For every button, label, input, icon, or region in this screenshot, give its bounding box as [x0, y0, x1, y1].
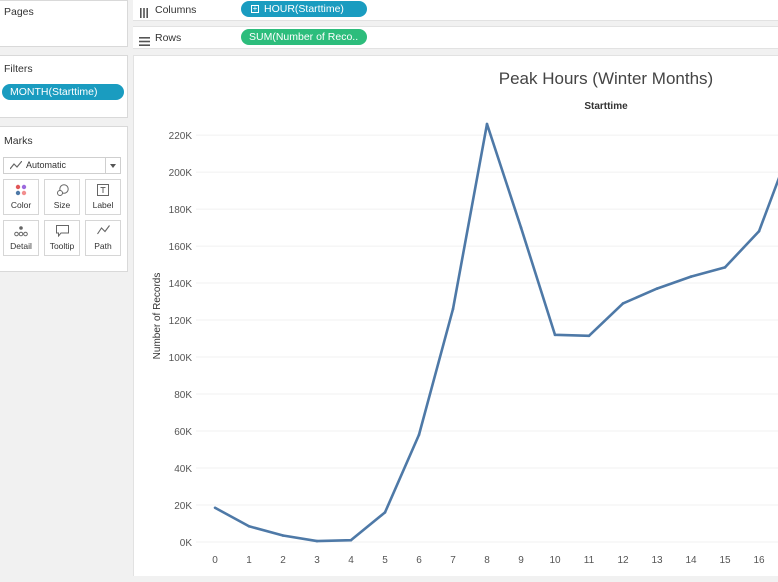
columns-pill-label: HOUR(Starttime) [264, 3, 344, 15]
series-layer [213, 122, 778, 543]
y-tick-label: 100K [169, 353, 193, 364]
left-panel: Pages Filters MONTH(Starttime) Marks Aut… [0, 0, 130, 576]
y-tick-label: 20K [174, 501, 192, 512]
marks-tooltip-label: Tooltip [49, 241, 75, 251]
x-tick-label: 13 [651, 555, 663, 566]
path-icon [86, 225, 120, 239]
mark-type-label: Automatic [26, 160, 67, 170]
x-axis-title: Starttime [584, 101, 628, 112]
marks-color-label: Color [10, 200, 32, 210]
marks-size-button[interactable]: Size [44, 179, 80, 215]
y-tick-label: 160K [169, 242, 193, 253]
series-line[interactable] [214, 122, 778, 543]
data-point[interactable] [383, 511, 387, 514]
x-tick-label: 11 [584, 555, 595, 566]
x-tick-label: 3 [314, 555, 320, 566]
line-chart: Peak Hours (Winter Months) Starttime Num… [152, 69, 778, 566]
x-tick-label: 0 [212, 555, 218, 566]
marks-path-button[interactable]: Path [85, 220, 121, 256]
chevron-down-icon[interactable] [105, 158, 120, 173]
filter-pill-month[interactable]: MONTH(Starttime) [2, 84, 124, 100]
y-tick-label: 180K [169, 205, 193, 216]
detail-dots-icon [4, 225, 38, 239]
x-tick-label: 4 [348, 555, 354, 566]
marks-tooltip-button[interactable]: Tooltip [44, 220, 80, 256]
x-tick-label: 12 [617, 555, 629, 566]
y-tick-label: 60K [174, 427, 192, 438]
y-tick-label: 140K [169, 279, 193, 290]
data-point[interactable] [451, 307, 455, 311]
data-point[interactable] [315, 539, 319, 543]
marks-size-label: Size [53, 200, 71, 210]
rows-shelf: Rows SUM(Number of Reco.. [133, 26, 778, 49]
filters-title: Filters [4, 63, 33, 75]
x-tick-label: 14 [685, 555, 697, 566]
data-point[interactable] [485, 122, 489, 126]
x-tick-label: 16 [753, 555, 765, 566]
date-expand-icon[interactable]: + [251, 5, 259, 14]
pages-title: Pages [4, 6, 34, 18]
x-tick-label: 9 [518, 555, 524, 566]
label-text-icon [86, 184, 120, 198]
y-tick-label: 0K [180, 538, 193, 549]
y-axis-ticks: 0K 20K 40K 60K 80K 100K 120K 140K 160K 180K 200K 22… [169, 131, 193, 549]
columns-shelf: Columns + HOUR(Starttime) [133, 0, 778, 21]
marks-detail-button[interactable]: Detail [3, 220, 39, 256]
filters-card: Filters MONTH(Starttime) [0, 55, 128, 118]
marks-color-button[interactable]: Color [3, 179, 39, 215]
y-tick-label: 220K [169, 131, 193, 142]
x-tick-label: 2 [280, 555, 286, 566]
gridlines [196, 134, 778, 543]
columns-icon [139, 5, 149, 23]
y-tick-label: 40K [174, 464, 192, 475]
marks-label-button[interactable]: Label [85, 179, 121, 215]
pages-card: Pages [0, 0, 128, 47]
x-tick-label: 10 [549, 555, 561, 566]
color-dots-icon [4, 184, 38, 198]
marks-detail-label: Detail [10, 241, 32, 251]
line-chart-icon [10, 161, 22, 170]
data-point[interactable] [349, 538, 353, 542]
data-point[interactable] [213, 506, 217, 510]
data-point[interactable] [655, 287, 659, 290]
rows-label: Rows [155, 32, 182, 44]
x-tick-label: 15 [719, 555, 731, 566]
x-tick-label: 6 [416, 555, 422, 566]
columns-label: Columns [155, 4, 197, 16]
x-tick-label: 5 [382, 555, 388, 566]
marks-path-label: Path [94, 241, 112, 251]
tooltip-icon [45, 225, 79, 239]
y-tick-label: 80K [174, 390, 192, 401]
data-point[interactable] [247, 524, 251, 528]
marks-title: Marks [4, 135, 33, 147]
y-axis-title: Number of Records [152, 273, 163, 360]
chart-view: Peak Hours (Winter Months) Starttime Num… [133, 55, 778, 576]
chart-title: Peak Hours (Winter Months) [499, 69, 713, 88]
rows-pill-sum[interactable]: SUM(Number of Reco.. [241, 29, 367, 45]
mark-type-dropdown[interactable]: Automatic [3, 157, 121, 174]
data-point[interactable] [587, 334, 591, 338]
y-tick-label: 200K [169, 168, 193, 179]
x-tick-label: 8 [484, 555, 490, 566]
marks-label-label: Label [92, 200, 114, 210]
data-point[interactable] [621, 302, 625, 305]
y-tick-label: 120K [169, 316, 193, 327]
data-point[interactable] [723, 266, 727, 269]
x-tick-label: 7 [450, 555, 456, 566]
columns-pill-hour[interactable]: + HOUR(Starttime) [241, 1, 367, 17]
data-point[interactable] [281, 534, 285, 537]
x-axis-ticks: 0 1 2 3 4 5 6 7 8 9 10 11 12 13 14 15 16 [212, 555, 765, 566]
x-tick-label: 1 [246, 555, 252, 566]
rows-icon [139, 33, 150, 51]
data-point[interactable] [757, 229, 761, 233]
data-point[interactable] [417, 433, 421, 437]
size-icon [45, 184, 79, 198]
data-point[interactable] [519, 226, 523, 229]
data-point[interactable] [553, 333, 557, 337]
data-point[interactable] [689, 275, 693, 278]
